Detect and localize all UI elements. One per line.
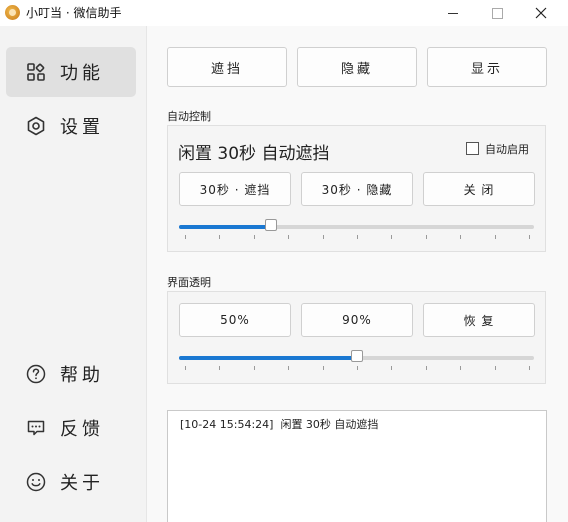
sidebar-item-help[interactable]: 帮助 bbox=[6, 349, 136, 399]
slider-tick bbox=[357, 235, 358, 239]
auto-enable-checkbox[interactable] bbox=[466, 142, 479, 155]
slider-tick bbox=[391, 366, 393, 370]
slider-tick bbox=[322, 235, 324, 239]
hexagon-settings-icon bbox=[27, 116, 45, 136]
slider-tick bbox=[185, 366, 186, 370]
slider-tick bbox=[253, 366, 255, 370]
sidebar-item-functions[interactable]: 功能 bbox=[6, 47, 136, 97]
slider-tick bbox=[357, 366, 358, 370]
slider-tick bbox=[288, 235, 290, 239]
slider-tick bbox=[185, 235, 186, 239]
sidebar-item-label: 功能 bbox=[60, 63, 104, 84]
slider-tick bbox=[288, 366, 290, 370]
minimize-button[interactable] bbox=[430, 0, 476, 26]
opacity-50-button[interactable]: 50% bbox=[179, 303, 291, 337]
auto-enable-label: 自动启用 bbox=[485, 143, 529, 156]
slider-tick bbox=[529, 366, 530, 370]
slider-tick bbox=[322, 366, 324, 370]
chat-bubble-icon bbox=[27, 420, 45, 436]
close-icon bbox=[535, 7, 547, 19]
idle-time-slider[interactable] bbox=[179, 219, 534, 231]
sidebar-item-label: 关于 bbox=[60, 473, 104, 494]
opacity-90-button[interactable]: 90% bbox=[301, 303, 413, 337]
maximize-icon bbox=[491, 7, 503, 19]
restore-opacity-button[interactable]: 恢 复 bbox=[423, 303, 535, 337]
transparency-label: 界面透明 bbox=[167, 276, 211, 289]
slider-tick bbox=[460, 235, 462, 239]
slider-tick bbox=[529, 235, 530, 239]
block-30s-button[interactable]: 30秒 · 遮挡 bbox=[179, 172, 291, 206]
slider-tick bbox=[425, 235, 427, 239]
block-button[interactable]: 遮挡 bbox=[167, 47, 287, 87]
minimize-icon bbox=[448, 12, 458, 14]
log-entry: [10-24 15:54:24] 闲置 30秒 自动遮挡 bbox=[180, 418, 379, 431]
slider-fill bbox=[179, 356, 357, 360]
slider-tick bbox=[425, 366, 427, 370]
slider-fill bbox=[179, 225, 272, 229]
smiley-icon bbox=[26, 472, 46, 492]
app-logo-icon bbox=[5, 5, 20, 20]
sidebar-item-label: 设置 bbox=[60, 117, 104, 138]
sidebar-item-label: 帮助 bbox=[60, 365, 104, 386]
slider-tick bbox=[391, 235, 393, 239]
hide-button[interactable]: 隐藏 bbox=[297, 47, 417, 87]
slider-tick bbox=[219, 235, 221, 239]
hide-30s-button[interactable]: 30秒 · 隐藏 bbox=[301, 172, 413, 206]
grid-icon bbox=[27, 63, 45, 81]
title-bar: 小叮当 · 微信助手 bbox=[0, 0, 568, 26]
slider-tick bbox=[219, 366, 221, 370]
slider-tick bbox=[460, 366, 462, 370]
sidebar-item-about[interactable]: 关于 bbox=[6, 457, 136, 507]
slider-tick bbox=[494, 366, 496, 370]
auto-control-label: 自动控制 bbox=[167, 110, 211, 123]
transparency-slider[interactable] bbox=[179, 350, 534, 362]
slider-ticks bbox=[185, 366, 530, 370]
sidebar: 功能 设置 帮助 反馈 关于 bbox=[0, 26, 146, 522]
question-circle-icon bbox=[26, 364, 46, 384]
slider-ticks bbox=[185, 235, 530, 239]
main-panel: 遮挡 隐藏 显示 自动控制 闲置 30秒 自动遮挡 自动启用 30秒 · 遮挡 … bbox=[146, 26, 568, 522]
sidebar-item-label: 反馈 bbox=[60, 419, 104, 440]
show-button[interactable]: 显示 bbox=[427, 47, 547, 87]
slider-tick bbox=[494, 235, 496, 239]
close-auto-button[interactable]: 关 闭 bbox=[423, 172, 535, 206]
sidebar-item-feedback[interactable]: 反馈 bbox=[6, 403, 136, 453]
slider-thumb[interactable] bbox=[265, 219, 278, 231]
idle-status-text: 闲置 30秒 自动遮挡 bbox=[178, 144, 330, 164]
close-window-button[interactable] bbox=[518, 0, 564, 26]
sidebar-item-settings[interactable]: 设置 bbox=[6, 101, 136, 151]
log-panel[interactable]: [10-24 15:54:24] 闲置 30秒 自动遮挡 bbox=[167, 410, 547, 522]
maximize-button[interactable] bbox=[474, 0, 520, 26]
window-title: 小叮当 · 微信助手 bbox=[26, 6, 122, 20]
slider-thumb[interactable] bbox=[350, 350, 363, 362]
slider-tick bbox=[253, 235, 255, 239]
